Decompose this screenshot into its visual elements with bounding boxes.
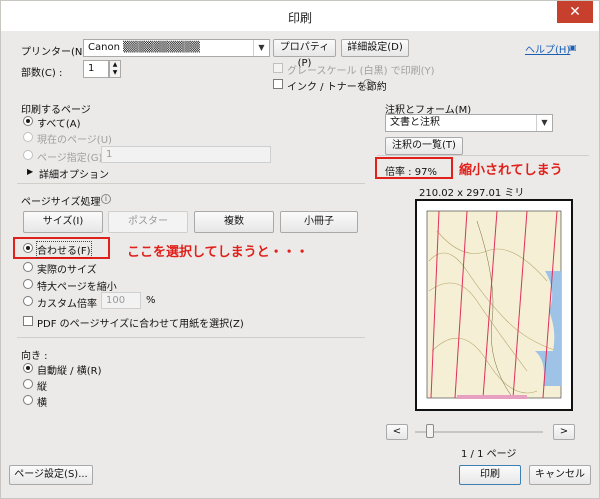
grayscale-checkbox[interactable] xyxy=(273,63,283,73)
next-page-button[interactable]: > xyxy=(553,424,575,440)
copies-label: 部数(C) : xyxy=(21,68,63,79)
orientation-auto-radio[interactable] xyxy=(23,363,33,373)
scale-annotation: 縮小されてしまう xyxy=(459,163,563,178)
comments-select[interactable]: 文書と注釈 ▼ xyxy=(385,114,553,132)
title-bar: 印刷 ✕ xyxy=(1,1,599,31)
printer-select[interactable]: Canon ▒▒▒▒▒▒▒▒▒▒ ▼ xyxy=(83,39,270,57)
divider xyxy=(17,337,365,338)
pages-heading: 印刷するページ xyxy=(21,105,91,116)
copies-input[interactable]: 1 xyxy=(83,60,109,78)
comments-summary-button[interactable]: 注釈の一覧(T) xyxy=(385,137,463,155)
preview-dimensions: 210.02 x 297.01 ミリ xyxy=(419,188,525,199)
chevron-down-icon: ▼ xyxy=(536,115,552,131)
divider xyxy=(17,183,365,184)
advanced-button[interactable]: 詳細設定(D) xyxy=(341,39,409,57)
info-icon[interactable]: i xyxy=(363,79,373,89)
pages-current-radio[interactable] xyxy=(23,132,33,142)
poster-button[interactable]: ポスター xyxy=(108,211,188,233)
print-button[interactable]: 印刷 xyxy=(459,465,521,485)
page-setup-button[interactable]: ページ設定(S)... xyxy=(9,465,93,485)
page-slider-thumb[interactable] xyxy=(426,424,434,438)
pages-range-input[interactable]: 1 xyxy=(101,146,271,163)
info-icon[interactable]: i xyxy=(101,194,111,204)
copies-stepper[interactable]: ▲ ▼ xyxy=(109,60,121,78)
printer-value: Canon ▒▒▒▒▒▒▒▒▒▒ xyxy=(88,42,200,53)
shrink-label: 特大ページを縮小 xyxy=(37,282,117,293)
orientation-landscape-radio[interactable] xyxy=(23,395,33,405)
booklet-button[interactable]: 小冊子 xyxy=(280,211,358,233)
expand-triangle-icon[interactable]: ▶ xyxy=(27,167,33,176)
page-preview xyxy=(415,199,573,411)
custom-scale-input[interactable]: 100 xyxy=(101,292,141,309)
orientation-heading: 向き : xyxy=(21,351,48,362)
pages-all-label: すべて(A) xyxy=(37,119,81,130)
divider xyxy=(377,155,589,156)
actual-size-label: 実際のサイズ xyxy=(37,265,97,276)
comments-value: 文書と注釈 xyxy=(390,117,440,128)
size-button[interactable]: サイズ(I) xyxy=(23,211,103,233)
help-icon[interactable]: ▣ xyxy=(569,43,577,52)
window-title: 印刷 xyxy=(287,11,312,25)
pages-range-label: ページ指定(G) xyxy=(37,153,103,164)
custom-scale-label: カスタム倍率 : xyxy=(37,299,104,310)
map-thumbnail xyxy=(426,210,562,399)
actual-size-radio[interactable] xyxy=(23,262,33,272)
custom-scale-radio[interactable] xyxy=(23,296,33,306)
choose-paper-checkbox[interactable] xyxy=(23,316,33,326)
multiple-button[interactable]: 複数 xyxy=(194,211,274,233)
pages-current-label: 現在のページ(U) xyxy=(37,135,112,146)
chevron-down-icon: ▼ xyxy=(253,40,269,56)
preview-scale: 倍率 : 97% xyxy=(385,167,437,178)
grayscale-label: グレースケール (白黒) で印刷(Y) xyxy=(287,66,435,77)
orientation-auto-label: 自動縦 / 横(R) xyxy=(37,366,102,377)
fit-label: 合わせる(F) xyxy=(36,241,92,258)
close-button[interactable]: ✕ xyxy=(557,1,593,23)
cancel-button[interactable]: キャンセル xyxy=(529,465,591,485)
sizing-heading: ページサイズ処理 xyxy=(21,197,101,208)
page-count: 1 / 1 ページ xyxy=(461,449,517,460)
fit-radio[interactable] xyxy=(23,243,33,253)
print-dialog: 印刷 ✕ プリンター(N) : Canon ▒▒▒▒▒▒▒▒▒▒ ▼ プロパティ… xyxy=(0,0,600,499)
orientation-landscape-label: 横 xyxy=(37,398,47,409)
help-link[interactable]: ヘルプ(H) xyxy=(525,41,570,56)
orientation-portrait-radio[interactable] xyxy=(23,379,33,389)
shrink-radio[interactable] xyxy=(23,279,33,289)
more-options-link[interactable]: 詳細オプション xyxy=(39,166,109,181)
pages-all-radio[interactable] xyxy=(23,116,33,126)
page-slider-track[interactable] xyxy=(415,431,543,433)
pages-range-radio[interactable] xyxy=(23,150,33,160)
prev-page-button[interactable]: < xyxy=(386,424,408,440)
orientation-portrait-label: 縦 xyxy=(37,382,47,393)
fit-annotation: ここを選択してしまうと・・・ xyxy=(127,245,309,260)
choose-paper-label: PDF のページサイズに合わせて用紙を選択(Z) xyxy=(37,319,244,330)
save-ink-checkbox[interactable] xyxy=(273,79,283,89)
percent-label: % xyxy=(146,295,156,306)
properties-button[interactable]: プロパティ(P) xyxy=(273,39,336,69)
